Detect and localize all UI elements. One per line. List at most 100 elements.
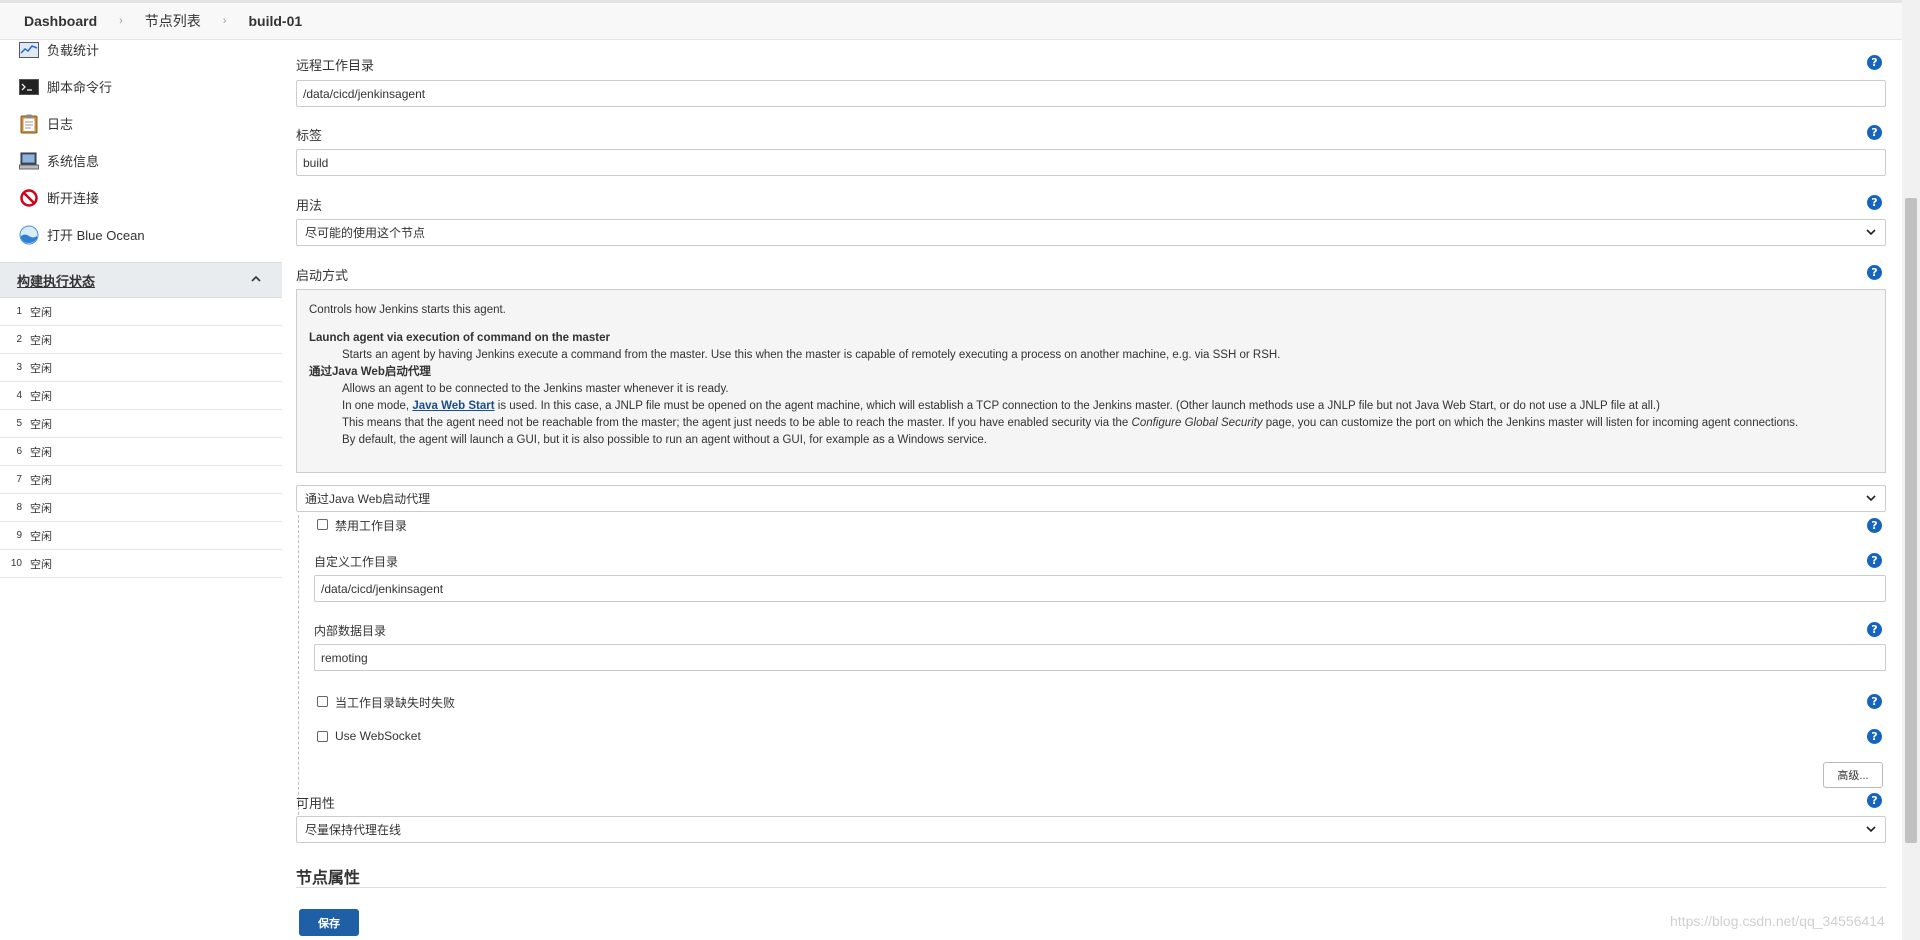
sidebar-item-load-stats[interactable]: 负载统计: [0, 31, 282, 68]
executor-number: 10: [10, 558, 22, 569]
labels-input[interactable]: build: [296, 149, 1886, 176]
help-icon[interactable]: ?: [1867, 553, 1882, 568]
advanced-button[interactable]: 高级...: [1823, 762, 1883, 788]
help-icon[interactable]: ?: [1867, 729, 1882, 744]
executor-status-header[interactable]: 构建执行状态: [0, 262, 282, 298]
sidebar-item-label: 脚本命令行: [47, 80, 113, 95]
watermark-text: https://blog.csdn.net/qq_34556414: [1670, 913, 1885, 929]
executor-number: 8: [16, 502, 22, 513]
sidebar-item-label: 日志: [47, 117, 74, 132]
help-icon[interactable]: ?: [1867, 265, 1882, 280]
remote-dir-input[interactable]: /data/cicd/jenkinsagent: [296, 80, 1886, 107]
custom-workdir-label: 自定义工作目录: [314, 555, 399, 569]
executor-row: 6 空闲: [0, 438, 282, 466]
breadcrumb-node-build-01[interactable]: build-01: [248, 13, 302, 29]
breadcrumb-separator-icon: ›: [119, 15, 123, 27]
availability-label: 可用性: [296, 796, 336, 811]
executor-row: 8 空闲: [0, 494, 282, 522]
computer-icon: [18, 151, 40, 171]
page-scrollbar[interactable]: [1902, 0, 1920, 940]
executor-status: 空闲: [30, 474, 52, 487]
executor-status-title[interactable]: 构建执行状态: [17, 271, 95, 290]
save-button[interactable]: 保存: [299, 909, 359, 936]
executor-status: 空闲: [30, 334, 52, 347]
labels-label: 标签: [296, 128, 323, 143]
scrollbar-thumb[interactable]: [1905, 198, 1917, 843]
help-icon[interactable]: ?: [1867, 195, 1882, 210]
sidebar-item-blue-ocean[interactable]: 打开 Blue Ocean: [0, 216, 282, 253]
breadcrumb-node-list[interactable]: 节点列表: [145, 11, 201, 31]
executor-status: 空闲: [30, 446, 52, 459]
executor-number: 3: [16, 362, 22, 373]
executor-row: 4 空闲: [0, 382, 282, 410]
executor-status: 空闲: [30, 306, 52, 319]
help-icon[interactable]: ?: [1867, 793, 1882, 808]
help-option-title: Launch agent via execution of command on…: [309, 332, 610, 344]
executor-status: 空闲: [30, 502, 52, 515]
help-text: This means that the agent need not be re…: [342, 417, 1132, 429]
executor-status: 空闲: [30, 418, 52, 431]
executor-row: 10 空闲: [0, 550, 282, 578]
help-icon[interactable]: ?: [1867, 518, 1882, 533]
node-properties-title: 节点属性: [296, 870, 361, 887]
disable-workdir-label: 禁用工作目录: [335, 519, 408, 533]
executor-row: 3 空闲: [0, 354, 282, 382]
launch-method-value: 通过Java Web启动代理: [305, 492, 431, 506]
executor-number: 5: [16, 418, 22, 429]
help-option-desc: Allows an agent to be connected to the J…: [342, 383, 729, 395]
executor-number: 6: [16, 446, 22, 457]
help-icon[interactable]: ?: [1867, 694, 1882, 709]
nested-section-divider: [298, 515, 299, 825]
internal-dir-input[interactable]: remoting: [314, 644, 1886, 671]
internal-dir-label: 内部数据目录: [314, 624, 387, 638]
help-text: page, you can customize the port on whic…: [1262, 417, 1799, 429]
chevron-down-icon: [1865, 226, 1877, 241]
breadcrumb-dashboard[interactable]: Dashboard: [24, 13, 97, 29]
sidebar-item-system-info[interactable]: 系统信息: [0, 142, 282, 179]
help-option-desc: In one mode, Java Web Start is used. In …: [309, 398, 1873, 415]
websocket-checkbox[interactable]: [317, 731, 328, 742]
executor-number: 4: [16, 390, 22, 401]
usage-select[interactable]: 尽可能的使用这个节点: [296, 219, 1886, 246]
help-option-title: 通过Java Web启动代理: [309, 366, 431, 378]
breadcrumb-separator-icon: ›: [222, 15, 227, 27]
help-option-desc: Starts an agent by having Jenkins execut…: [342, 349, 1281, 361]
usage-select-value: 尽可能的使用这个节点: [305, 226, 426, 240]
clipboard-icon: [18, 114, 40, 134]
java-web-start-link[interactable]: Java Web Start: [412, 400, 494, 412]
executor-number: 7: [16, 474, 22, 485]
help-icon[interactable]: ?: [1867, 55, 1882, 70]
help-icon[interactable]: ?: [1867, 125, 1882, 140]
help-icon[interactable]: ?: [1867, 622, 1882, 637]
help-text-emphasis: Configure Global Security: [1131, 417, 1263, 429]
sidebar-item-label: 负载统计: [47, 43, 100, 58]
executor-number: 9: [16, 530, 22, 541]
blue-ocean-icon: [18, 225, 40, 245]
sidebar-item-log[interactable]: 日志: [0, 105, 282, 142]
help-option-desc: By default, the agent will launch a GUI,…: [342, 434, 987, 446]
help-option-desc: This means that the agent need not be re…: [309, 415, 1873, 432]
sidebar-item-script-console[interactable]: 脚本命令行: [0, 68, 282, 105]
fail-if-missing-label: 当工作目录缺失时失败: [335, 696, 456, 710]
fail-if-missing-checkbox[interactable]: [317, 696, 328, 707]
sidebar-item-label: 打开 Blue Ocean: [47, 228, 145, 243]
executor-row: 7 空闲: [0, 466, 282, 494]
usage-label: 用法: [296, 198, 323, 213]
help-text: In one mode,: [342, 400, 413, 412]
executor-status: 空闲: [30, 558, 52, 571]
executor-row: 1 空闲: [0, 298, 282, 326]
launch-method-label: 启动方式: [296, 268, 349, 283]
no-entry-icon: [18, 188, 40, 208]
launch-method-select[interactable]: 通过Java Web启动代理: [296, 485, 1886, 512]
chevron-up-icon[interactable]: [250, 273, 262, 288]
disable-workdir-checkbox[interactable]: [317, 519, 328, 530]
executor-number: 1: [16, 306, 22, 317]
executor-status: 空闲: [30, 530, 52, 543]
custom-workdir-input[interactable]: /data/cicd/jenkinsagent: [314, 575, 1886, 602]
availability-select[interactable]: 尽量保持代理在线: [296, 816, 1886, 843]
availability-value: 尽量保持代理在线: [305, 823, 402, 837]
load-stats-icon: [18, 40, 40, 60]
sidebar-item-disconnect[interactable]: 断开连接: [0, 179, 282, 216]
section-divider: [296, 887, 1886, 888]
executor-number: 2: [16, 334, 22, 345]
